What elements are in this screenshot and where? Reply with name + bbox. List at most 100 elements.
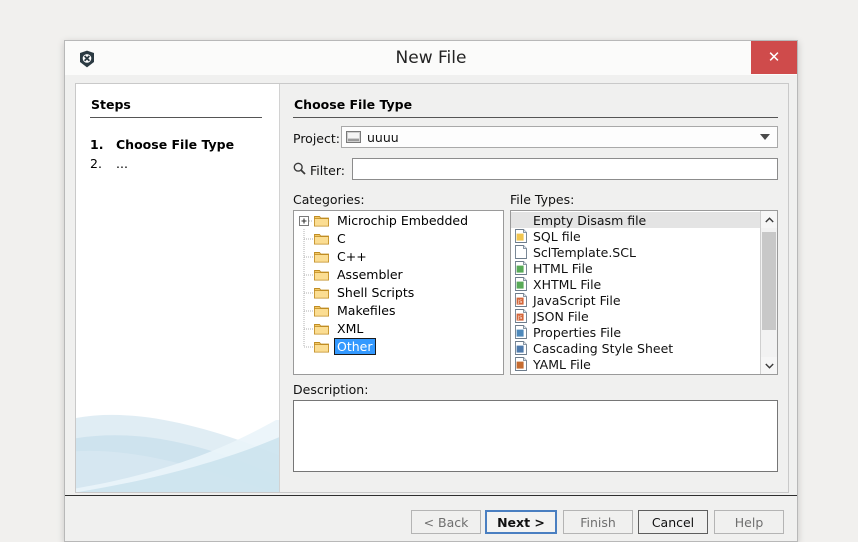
folder-icon	[314, 232, 329, 245]
none	[514, 213, 528, 227]
file-type-row[interactable]: SQL file	[511, 228, 760, 244]
file-types-list[interactable]: Empty Disasm file SQL file SCL SclTemplate.…	[510, 210, 778, 375]
properties-file-icon	[514, 325, 528, 339]
css-file-icon	[514, 341, 528, 355]
category-row[interactable]: Other	[294, 337, 503, 355]
category-row[interactable]: C++	[294, 247, 503, 265]
new-file-dialog: New File ✕ Steps 1. Choose File Type 2...…	[64, 40, 798, 542]
next-button[interactable]: Next >	[485, 510, 557, 534]
category-row[interactable]: C	[294, 229, 503, 247]
category-label: C	[337, 230, 346, 246]
filter-input[interactable]	[352, 158, 778, 180]
back-button: < Back	[411, 510, 481, 534]
close-button[interactable]: ✕	[751, 41, 797, 74]
scrollbar-thumb[interactable]	[762, 232, 776, 330]
category-row[interactable]: Makefiles	[294, 301, 503, 319]
category-label: XML	[337, 320, 364, 336]
file-type-label: JavaScript File	[533, 292, 621, 308]
project-label: Project:	[293, 131, 340, 146]
tree-line-icon	[298, 319, 314, 337]
chevron-down-icon	[760, 134, 770, 140]
category-label: Shell Scripts	[337, 284, 415, 300]
help-button: Help	[714, 510, 784, 534]
cancel-button[interactable]: Cancel	[638, 510, 708, 534]
yaml-file-icon	[514, 357, 528, 371]
file-type-row[interactable]: SCL SclTemplate.SCL	[511, 244, 760, 260]
file-type-row[interactable]: YAML File	[511, 356, 760, 372]
scl-file-icon: SCL	[514, 245, 528, 259]
folder-icon	[314, 268, 329, 281]
javascript-file-icon: JS	[514, 293, 528, 307]
chevron-down-icon	[764, 363, 774, 369]
categories-label: Categories:	[293, 192, 365, 207]
category-row[interactable]: XML	[294, 319, 503, 337]
file-type-label: SQL file	[533, 228, 581, 244]
category-row[interactable]: Shell Scripts	[294, 283, 503, 301]
xhtml-file-icon	[514, 277, 528, 291]
decorative-swoosh-graphic	[76, 414, 279, 492]
file-types-scrollbar[interactable]	[760, 211, 777, 374]
file-type-row[interactable]: Properties File	[511, 324, 760, 340]
html-file-icon	[514, 261, 528, 275]
chevron-up-icon	[764, 216, 774, 222]
folder-icon	[314, 250, 329, 263]
scroll-down-button[interactable]	[761, 357, 777, 374]
sql-file-icon	[514, 229, 528, 243]
dialog-content: Steps 1. Choose File Type 2.... Choose Fi…	[75, 83, 789, 493]
file-type-label: Cascading Style Sheet	[533, 340, 674, 356]
file-type-label: Empty Disasm file	[533, 212, 647, 228]
tree-line-icon	[298, 283, 314, 301]
tree-line-icon	[298, 265, 314, 283]
button-label: Cancel	[651, 514, 695, 530]
step-label: ...	[116, 156, 128, 171]
steps-pane: Steps 1. Choose File Type 2....	[76, 84, 279, 492]
section-divider	[293, 117, 778, 118]
folder-icon	[314, 286, 329, 299]
category-label: Assembler	[337, 266, 403, 282]
dialog-title: New File	[395, 48, 467, 68]
folder-icon	[314, 340, 329, 353]
category-row[interactable]: Microchip Embedded	[294, 211, 503, 229]
project-select[interactable]: uuuu	[341, 126, 778, 148]
svg-text:JS: JS	[517, 299, 522, 305]
file-type-row[interactable]: Empty Disasm file	[511, 212, 760, 228]
step-number: 2.	[90, 156, 102, 171]
scroll-up-button[interactable]	[761, 211, 777, 228]
project-value: uuuu	[367, 129, 399, 145]
tree-line-icon	[298, 229, 314, 247]
file-type-label: Properties File	[533, 324, 622, 340]
file-type-row[interactable]: Cascading Style Sheet	[511, 340, 760, 356]
folder-icon	[314, 214, 329, 227]
category-label: C++	[337, 248, 367, 264]
category-label: Microchip Embedded	[337, 212, 469, 228]
svg-text:SCL: SCL	[516, 251, 525, 257]
project-folder-icon	[346, 131, 361, 143]
dialog-footer: < Back Next > Finish Cancel Help	[65, 495, 797, 541]
file-type-row[interactable]: HTML File	[511, 260, 760, 276]
tree-expand-icon[interactable]	[298, 211, 314, 229]
steps-heading: Steps	[91, 97, 131, 112]
file-types-items: Empty Disasm file SQL file SCL SclTemplate.…	[511, 211, 760, 374]
description-textarea[interactable]	[293, 400, 778, 472]
svg-text:JS: JS	[517, 315, 522, 321]
step-label: Choose File Type	[116, 137, 235, 152]
button-label: Next >	[497, 514, 545, 530]
file-type-label: JSON File	[533, 308, 589, 324]
step-item-2: 2....	[90, 156, 128, 171]
file-type-row[interactable]: JS JSON File	[511, 308, 760, 324]
categories-list[interactable]: Microchip Embedded C C++ Assembler Shell Scr…	[293, 210, 504, 375]
file-type-row[interactable]: XHTML File	[511, 276, 760, 292]
step-number: 1.	[90, 137, 104, 152]
tree-line-icon	[298, 301, 314, 319]
search-icon	[293, 162, 306, 175]
tree-line-icon	[298, 247, 314, 265]
category-row[interactable]: Assembler	[294, 265, 503, 283]
file-type-label: SclTemplate.SCL	[533, 244, 636, 260]
button-label: Help	[734, 514, 764, 530]
finish-button: Finish	[563, 510, 633, 534]
file-type-label: YAML File	[533, 356, 591, 372]
steps-divider	[90, 117, 262, 118]
file-type-row[interactable]: JS JavaScript File	[511, 292, 760, 308]
description-label: Description:	[293, 382, 369, 397]
file-type-label: XHTML File	[533, 276, 602, 292]
